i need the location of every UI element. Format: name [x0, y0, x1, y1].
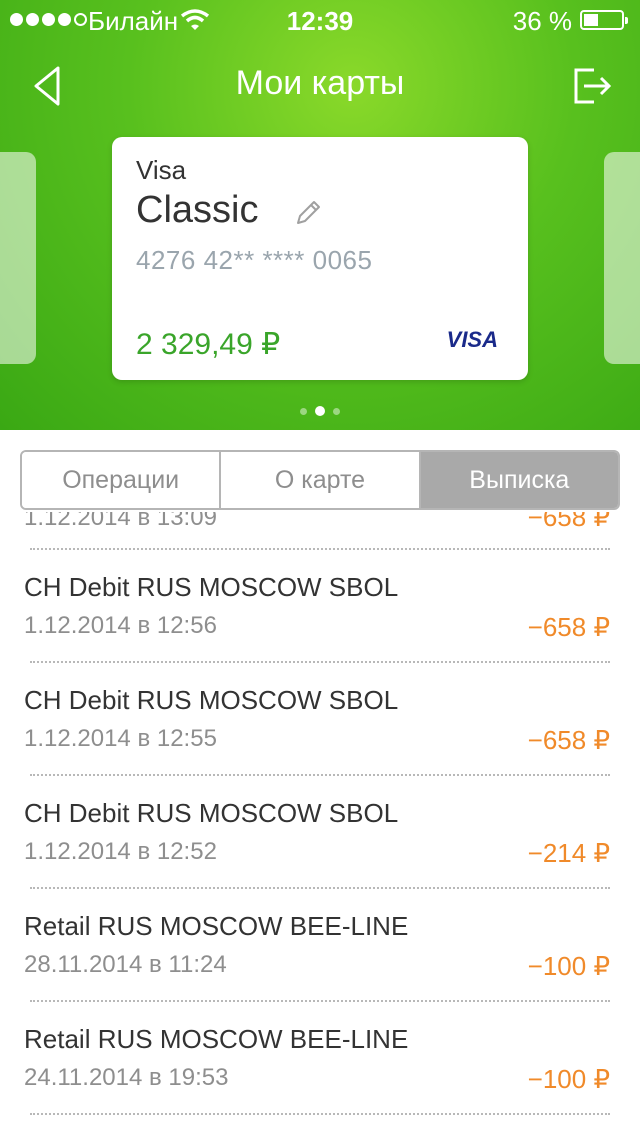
status-bar: Билайн 12:39 36 % — [0, 0, 640, 40]
transaction-amount: −658 ₽ — [527, 512, 610, 532]
battery-percent: 36 % — [512, 6, 572, 36]
transaction-date: 24.11.2014 в 19:53 — [24, 1064, 229, 1091]
transaction-title: CH Debit RUS MOSCOW SBOL — [24, 685, 399, 715]
transaction-list: 1.12.2014 в 13:09 −658 ₽ CH Debit RUS MO… — [0, 512, 640, 1136]
list-item[interactable]: CH Debit RUS MOSCOW SBOL 1.12.2014 в 12:… — [24, 550, 610, 663]
visa-logo: VISA — [446, 327, 498, 352]
tab-about-card[interactable]: О карте — [221, 452, 421, 508]
card-number: 4276 42** **** 0065 — [136, 245, 373, 275]
page-dot — [333, 408, 340, 415]
transaction-date: 1.12.2014 в 12:56 — [24, 612, 217, 639]
page-dot — [300, 408, 307, 415]
tab-statement[interactable]: Выписка — [420, 452, 618, 508]
list-item[interactable]: 1.12.2014 в 13:09 −658 ₽ — [24, 512, 610, 550]
card-name: Classic — [136, 189, 259, 231]
transaction-title: CH Debit RUS MOSCOW SBOL — [24, 798, 399, 828]
list-item[interactable]: Retail RUS MOSCOW BEE-LINE 28.11.2014 в … — [24, 889, 610, 1002]
list-item[interactable]: CH Debit RUS MOSCOW SBOL 1.12.2014 в 12:… — [24, 663, 610, 776]
transaction-amount: −214 ₽ — [527, 838, 610, 868]
page-dot-active — [315, 406, 325, 416]
next-card[interactable] — [604, 152, 640, 364]
transaction-amount: −658 ₽ — [527, 725, 610, 755]
transaction-amount: −100 ₽ — [527, 1064, 610, 1094]
transaction-amount: −658 ₽ — [527, 612, 610, 642]
bank-card[interactable]: Visa Classic 4276 42** **** 0065 2 329,4… — [112, 137, 528, 380]
page-title: Мои карты — [235, 64, 405, 102]
transaction-date: 1.12.2014 в 13:09 — [24, 512, 217, 531]
transaction-date: 1.12.2014 в 12:52 — [24, 838, 217, 865]
segmented-tabs: Операции О карте Выписка — [20, 450, 620, 510]
transaction-title: Retail RUS MOSCOW BEE-LINE — [24, 1024, 409, 1054]
logout-button[interactable] — [572, 64, 614, 108]
transaction-date: 28.11.2014 в 11:24 — [24, 951, 227, 978]
transaction-title: Retail RUS MOSCOW BEE-LINE — [24, 911, 409, 941]
card-type: Visa — [136, 155, 187, 185]
transaction-title: CH Debit RUS MOSCOW SBOL — [24, 572, 399, 602]
list-item[interactable]: Retail RUS MOSCOW BEE-LINE 24.11.2014 в … — [24, 1002, 610, 1115]
carousel-page-indicator — [0, 402, 640, 420]
previous-card[interactable] — [0, 152, 36, 364]
list-item[interactable]: CH Debit RUS MOSCOW SBOL 1.12.2014 в 12:… — [24, 776, 610, 889]
card-balance: 2 329,49 ₽ — [136, 328, 281, 361]
battery-icon — [580, 10, 628, 30]
tab-operations[interactable]: Операции — [22, 452, 222, 508]
pencil-icon[interactable] — [292, 197, 324, 229]
header: Билайн 12:39 36 % Мои карты Visa Classic… — [0, 0, 640, 430]
transaction-amount: −100 ₽ — [527, 951, 610, 981]
transaction-date: 1.12.2014 в 12:55 — [24, 725, 217, 752]
